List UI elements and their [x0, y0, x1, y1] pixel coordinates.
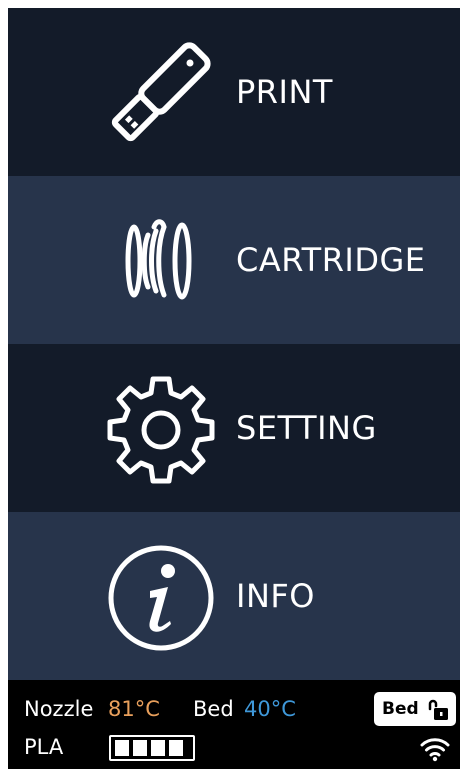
- gear-icon: [107, 376, 215, 484]
- unlocked-icon: [428, 699, 448, 720]
- battery-indicator: [109, 735, 195, 761]
- wifi-icon: [420, 738, 450, 762]
- filament-spool-icon: [125, 219, 192, 300]
- battery-cell: [115, 740, 129, 756]
- menu-item-label: PRINT: [236, 73, 333, 111]
- bed-temperature: 40°C: [244, 697, 296, 721]
- bed-lock-button-label: Bed: [382, 699, 419, 719]
- nozzle-temperature: 81°C: [108, 697, 160, 721]
- status-bar: Nozzle 81°C Bed 40°C Bed PLA: [8, 680, 460, 769]
- menu-item-label: SETTING: [236, 409, 377, 447]
- printer-touchscreen: PRINT CARTRIDGE SETTING INFO Nozzle 81°C…: [8, 8, 460, 769]
- bed-label: Bed: [193, 697, 234, 721]
- nozzle-label: Nozzle: [24, 697, 94, 721]
- bed-lock-button[interactable]: Bed: [374, 692, 456, 726]
- material-label: PLA: [24, 735, 64, 759]
- battery-cell: [169, 740, 183, 756]
- battery-cell: [151, 740, 165, 756]
- menu-item-cartridge[interactable]: CARTRIDGE: [8, 176, 460, 344]
- menu-item-label: CARTRIDGE: [236, 241, 426, 279]
- usb-drive-icon: [111, 42, 211, 142]
- info-icon: [108, 545, 214, 651]
- menu-item-label: INFO: [236, 577, 315, 615]
- battery-cell: [133, 740, 147, 756]
- menu-item-print[interactable]: PRINT: [8, 8, 460, 176]
- menu-item-info[interactable]: INFO: [8, 512, 460, 680]
- menu-item-setting[interactable]: SETTING: [8, 344, 460, 512]
